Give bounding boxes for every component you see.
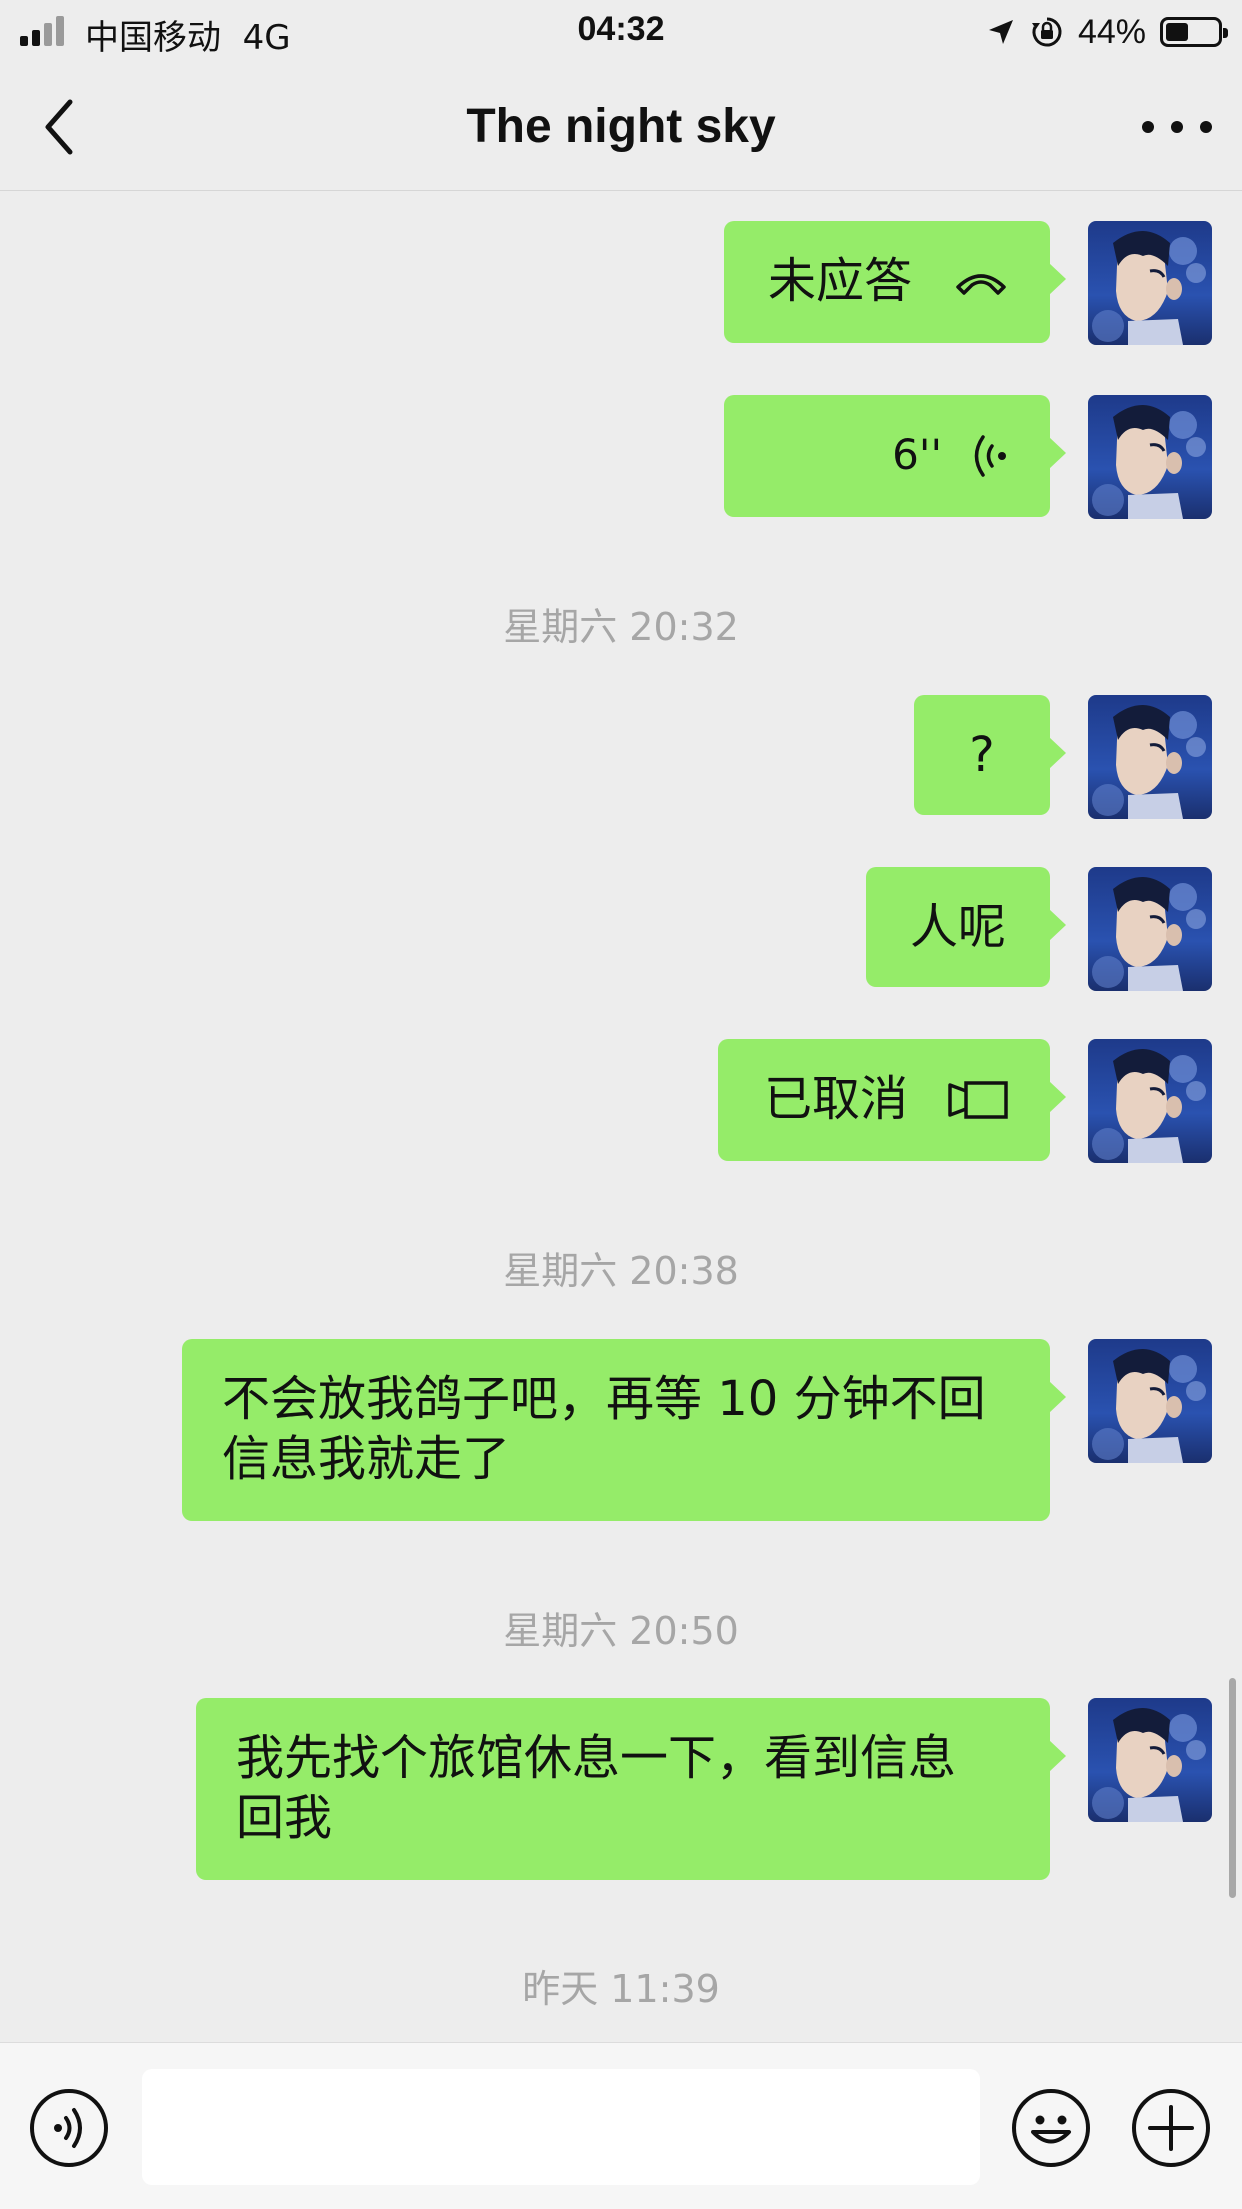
message-row: 已取消 [718,1039,1212,1163]
text-bubble[interactable]: 不会放我鸽子吧，再等 10 分钟不回 信息我就走了 [182,1339,1066,1521]
status-right-group: 44% [986,10,1228,54]
message-row: 不会放我鸽子吧，再等 10 分钟不回 信息我就走了 [182,1339,1212,1521]
avatar[interactable] [1088,1039,1212,1163]
message-input[interactable] [142,2069,980,2185]
emoji-icon [1031,2115,1071,2144]
more-dot [1171,121,1183,133]
call-bubble[interactable]: 已取消 [718,1039,1066,1161]
message-text: ? [969,727,995,783]
more-dots-icon [1142,121,1154,133]
battery-percent: 44% [1077,12,1146,51]
timestamp: 星期六 20:50 [503,1609,739,1653]
text-bubble[interactable]: 人呢 [866,867,1066,987]
video-call-icon [948,1081,1008,1119]
message-line: 信息我就走了 [222,1431,511,1487]
message-line: 我先找个旅馆休息一下，看到信息 [236,1730,957,1786]
more-dot [1200,121,1212,133]
message-row: 6'' [724,395,1212,519]
timestamp: 星期六 20:32 [503,605,739,649]
voice-input-icon [54,2108,82,2148]
phone-hangup-icon [956,274,1006,295]
voice-bubble[interactable]: 6'' [724,395,1066,517]
location-arrow-icon [988,20,1013,44]
avatar[interactable] [1088,1339,1212,1463]
message-row: 人呢 [866,867,1212,991]
status-bar: 中国移动 4G 04:32 44% [0,0,1242,64]
message-line: 回我 [236,1790,333,1846]
text-bubble[interactable]: ? [914,695,1066,815]
call-bubble[interactable]: 未应答 [724,221,1066,343]
orientation-lock-icon [1031,17,1062,47]
text-bubble[interactable]: 我先找个旅馆休息一下，看到信息 回我 [196,1698,1066,1880]
voice-wave-icon [974,435,1006,477]
scrollbar[interactable] [1229,1678,1236,1898]
chat-header: The night sky [0,64,1242,191]
avatar[interactable] [1088,695,1212,819]
more-button[interactable] [1142,104,1212,150]
call-status-text: 已取消 [764,1071,909,1127]
message-line: 不会放我鸽子吧，再等 10 分钟不回 [222,1371,986,1427]
avatar[interactable] [1088,867,1212,991]
emoji-button[interactable] [1012,2089,1090,2167]
message-text: 人呢 [909,899,1006,955]
avatar[interactable] [1088,221,1212,345]
avatar[interactable] [1088,1698,1212,1822]
message-row: ? [914,695,1212,819]
message-row: 未应答 [724,221,1212,345]
add-button[interactable] [1132,2089,1210,2167]
timestamp: 星期六 20:38 [503,1249,739,1293]
battery-icon [1160,17,1228,47]
avatar[interactable] [1088,395,1212,519]
message-row: 我先找个旅馆休息一下，看到信息 回我 [196,1698,1212,1880]
plus-icon [1148,2105,1194,2151]
chat-title: The night sky [466,100,776,153]
input-bar [0,2042,1242,2209]
voice-input-button[interactable] [30,2089,108,2167]
voice-duration: 6'' [892,430,942,479]
battery-fill [1166,23,1188,41]
timestamp: 昨天 11:39 [522,1967,720,2011]
call-status-text: 未应答 [768,253,913,309]
